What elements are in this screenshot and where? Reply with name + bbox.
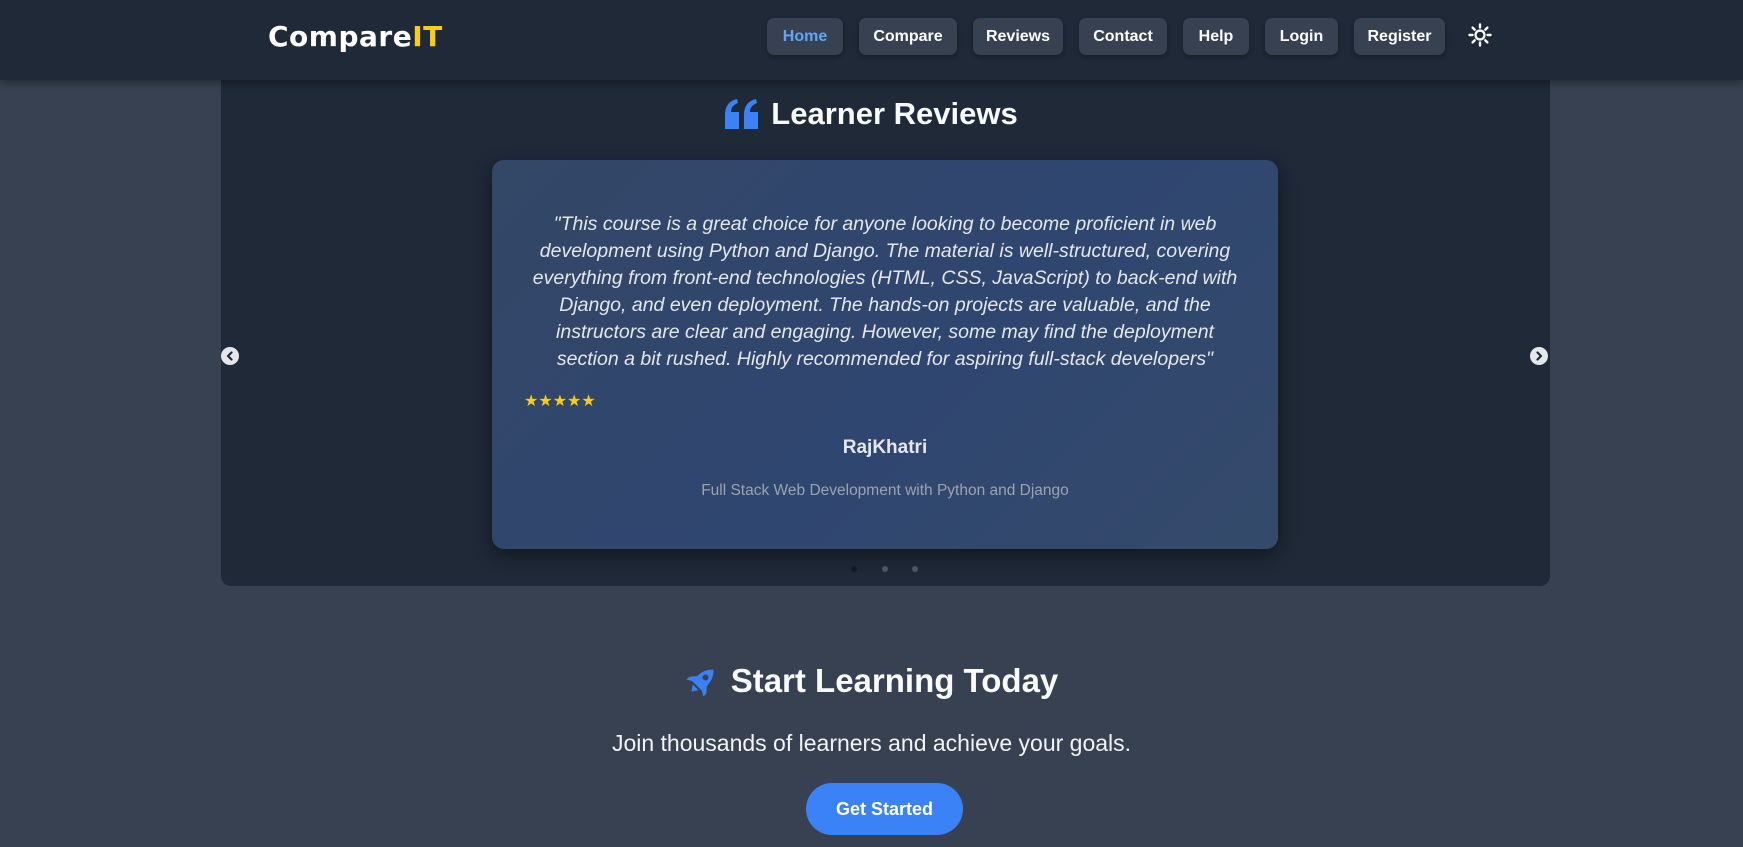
- chevron-right-icon: [1536, 351, 1543, 361]
- nav-compare[interactable]: Compare: [859, 18, 957, 55]
- cta-title: Start Learning Today: [730, 662, 1059, 699]
- review-text: "This course is a great choice for anyon…: [532, 213, 1238, 370]
- cta-heading: Start Learning Today: [0, 662, 1743, 700]
- reviewer-course: Full Stack Web Development with Python a…: [701, 482, 1069, 499]
- nav-register[interactable]: Register: [1354, 18, 1445, 55]
- nav-reviews[interactable]: Reviews: [973, 18, 1063, 55]
- theme-toggle-button[interactable]: [1467, 22, 1493, 48]
- rocket-icon: [686, 669, 714, 697]
- carousel-dot-2[interactable]: [882, 566, 888, 572]
- site-header: CompareIT Home Compare Reviews Contact H…: [0, 0, 1743, 80]
- nav-login[interactable]: Login: [1265, 18, 1338, 55]
- quote-icon: [725, 99, 759, 129]
- get-started-button[interactable]: Get Started: [806, 783, 963, 835]
- cta-subtitle: Join thousands of learners and achieve y…: [611, 730, 1132, 756]
- nav-help[interactable]: Help: [1183, 18, 1249, 55]
- sun-icon: [1468, 23, 1492, 47]
- review-card: "This course is a great choice for anyon…: [492, 160, 1278, 549]
- star-rating: ★★★★★: [524, 393, 596, 410]
- carousel-dot-1[interactable]: [851, 566, 857, 572]
- carousel-next-button[interactable]: [1530, 347, 1548, 365]
- nav-home[interactable]: Home: [767, 18, 843, 55]
- carousel-dot-3[interactable]: [912, 566, 918, 572]
- reviews-title: Learner Reviews: [771, 96, 1018, 131]
- carousel-indicators: [0, 566, 1743, 574]
- chevron-left-icon: [226, 351, 233, 361]
- nav-contact[interactable]: Contact: [1079, 18, 1167, 55]
- carousel-prev-button[interactable]: [221, 347, 239, 365]
- reviews-heading: Learner Reviews: [0, 96, 1743, 132]
- reviewer-name: RajKhatri: [842, 437, 928, 458]
